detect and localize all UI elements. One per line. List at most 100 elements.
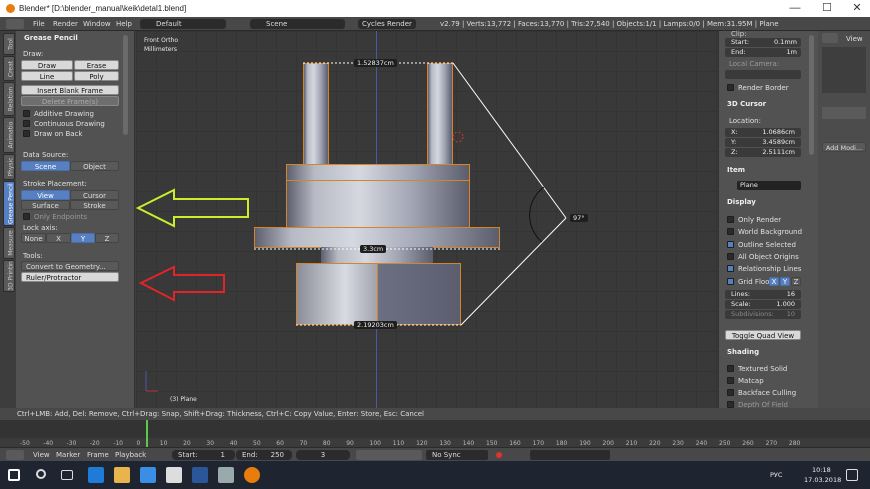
current-frame-field[interactable]: 3 [296,450,350,460]
menu-window[interactable]: Window [83,20,111,28]
3d-viewport[interactable]: Front Ortho Millimeters 1.52837cm 3.3cm … [136,31,718,408]
frame-end-field[interactable]: End: 250 [236,450,292,460]
backface-checkbox[interactable] [727,389,734,396]
item-header[interactable]: Item [719,164,819,176]
all-origins-checkbox[interactable] [727,253,734,260]
world-bg-checkbox[interactable] [727,228,734,235]
layout-selector[interactable]: Default [140,19,226,29]
grid-subdiv-field[interactable]: Subdivisions: 10 [725,310,801,319]
windows-start-icon[interactable] [8,469,20,481]
local-camera-field[interactable] [725,70,801,79]
blender-taskbar-icon[interactable] [244,467,260,483]
cursor-z-field[interactable]: Z: 2.5111cm [725,148,801,157]
minimize-button[interactable]: — [780,1,810,16]
shading-header[interactable]: Shading [719,346,819,358]
menu-render[interactable]: Render [53,20,78,28]
properties-scrollbar[interactable] [809,35,814,155]
grease-pencil-header[interactable]: Grease Pencil [16,32,135,44]
properties-editor-icons[interactable] [822,107,866,119]
record-icon[interactable] [496,452,502,458]
tab-physics[interactable]: Physic [3,154,15,180]
toolshelf-scrollbar[interactable] [123,35,128,135]
app-icon[interactable] [166,467,182,483]
data-source-object[interactable]: Object [70,161,119,171]
grid-lines-field[interactable]: Lines: 16 [725,290,801,299]
poly-button[interactable]: Poly [74,71,119,81]
tl-menu-marker[interactable]: Marker [56,451,80,459]
toggle-quad-view-button[interactable]: Toggle Quad View [725,330,801,340]
add-modifier-button[interactable]: Add Modi... [822,142,866,152]
tab-3d-printing[interactable]: 3D Printin [3,260,15,292]
only-endpoints-checkbox[interactable] [23,213,30,220]
ruler-protractor-button[interactable]: Ruler/Protractor [21,272,119,282]
line-button[interactable]: Line [21,71,73,81]
grid-axis-x[interactable]: X [769,277,779,286]
cursor-x-field[interactable]: X: 1.0686cm [725,128,801,137]
outliner-view-menu[interactable]: View [846,35,863,43]
tl-menu-view[interactable]: View [33,451,50,459]
scene-selector[interactable]: Scene [250,19,345,29]
grid-axis-z[interactable]: Z [791,277,801,286]
only-render-checkbox[interactable] [727,216,734,223]
outliner-editor-icon[interactable] [822,33,838,43]
item-name-field[interactable]: Plane [737,181,801,190]
word-icon[interactable] [192,467,208,483]
placement-surface[interactable]: Surface [21,200,70,210]
grid-scale-field[interactable]: Scale: 1.000 [725,300,801,309]
lock-axis-x[interactable]: X [46,233,71,243]
task-view-icon[interactable] [61,470,73,480]
render-border-checkbox[interactable] [727,84,734,91]
placement-stroke[interactable]: Stroke [70,200,119,210]
tab-measure[interactable]: Measure [3,227,15,259]
notifications-icon[interactable] [846,469,858,481]
tl-menu-frame[interactable]: Frame [87,451,109,459]
continuous-checkbox[interactable] [23,120,30,127]
clip-start-field[interactable]: Start: 0.1mm [725,38,801,47]
search-icon[interactable] [36,469,46,479]
language-indicator[interactable]: РУС [770,471,782,479]
outline-selected-checkbox[interactable] [727,241,734,248]
draw-on-back-checkbox[interactable] [23,130,30,137]
3d-cursor-header[interactable]: 3D Cursor [719,98,819,110]
menu-help[interactable]: Help [116,20,132,28]
draw-button[interactable]: Draw [21,60,73,70]
display-header[interactable]: Display [719,196,819,208]
tab-create[interactable]: Creat [3,56,15,81]
erase-button[interactable]: Erase [74,60,119,70]
tl-menu-playback[interactable]: Playback [115,451,146,459]
menu-file[interactable]: File [33,20,45,28]
lock-axis-y[interactable]: Y [71,233,95,243]
sync-mode-selector[interactable]: No Sync [426,450,488,460]
convert-geometry-menu[interactable]: Convert to Geometry... [21,261,119,271]
lock-axis-none[interactable]: None [21,233,46,243]
store-icon[interactable] [140,467,156,483]
outliner-tree[interactable] [822,47,866,93]
edge-icon[interactable] [88,467,104,483]
grid-floor-checkbox[interactable] [727,278,734,285]
timeline-editor-icon[interactable] [6,450,24,460]
clock-time[interactable]: 10:18 [812,466,831,474]
timeline[interactable]: -50 -40 -30 -20 -10 0 10 20 30 40 50 60 70 80 90 100 110… [0,420,870,447]
current-frame-marker[interactable] [146,420,148,447]
playback-controls[interactable] [356,450,422,460]
lock-axis-z[interactable]: Z [95,233,119,243]
tab-grease-pencil[interactable]: Grease Pencil [3,181,15,226]
grid-axis-y[interactable]: Y [780,277,790,286]
cursor-y-field[interactable]: Y: 3.4589cm [725,138,801,147]
app2-icon[interactable] [218,467,234,483]
insert-blank-frame-button[interactable]: Insert Blank Frame [21,85,119,95]
relationship-lines-checkbox[interactable] [727,265,734,272]
matcap-checkbox[interactable] [727,377,734,384]
keying-set-field[interactable] [530,450,610,460]
close-button[interactable]: ✕ [842,1,870,16]
placement-view[interactable]: View [21,190,70,200]
textured-solid-checkbox[interactable] [727,365,734,372]
maximize-button[interactable]: ☐ [812,1,842,16]
explorer-icon[interactable] [114,467,130,483]
placement-cursor[interactable]: Cursor [70,190,119,200]
delete-frames-button[interactable]: Delete Frame(s) [21,96,119,106]
timeline-track[interactable] [0,420,870,438]
dof-checkbox[interactable] [727,401,734,408]
data-source-scene[interactable]: Scene [21,161,70,171]
frame-start-field[interactable]: Start: 1 [172,450,235,460]
